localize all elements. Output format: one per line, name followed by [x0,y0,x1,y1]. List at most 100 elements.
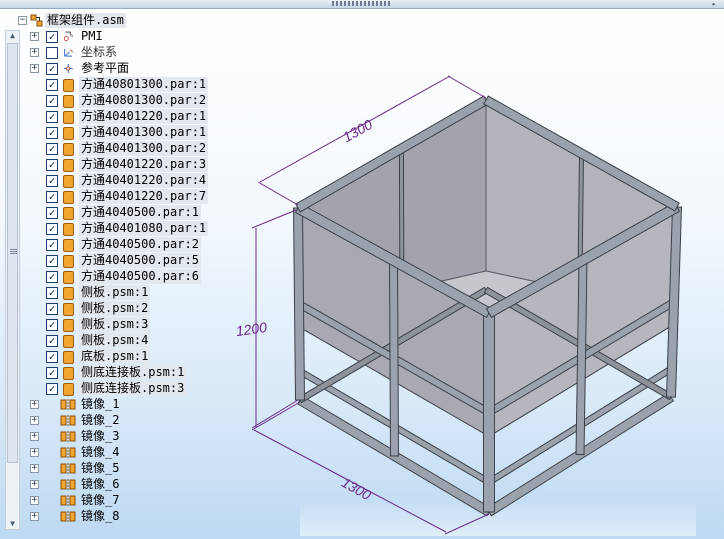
tree-item-part[interactable]: ✓ 侧底连接板.psm:1 [18,365,228,381]
scroll-right-button[interactable]: ▸ [708,0,720,8]
dim-bottom-ext-left [251,401,301,431]
visibility-checkbox[interactable]: ✓ [46,95,58,107]
visibility-checkbox[interactable]: ✓ [46,143,58,155]
dim-top-ext-left [257,181,299,206]
tree-item-label: 侧板.psm:3 [79,317,151,332]
tree-item-mirror[interactable]: + 镜像_6 [18,477,228,493]
tree-item-plane[interactable]: + ✓ 参考平面 [18,61,228,77]
tree-item-part[interactable]: ✓ 侧板.psm:3 [18,317,228,333]
visibility-checkbox[interactable]: ✓ [46,207,58,219]
tree-item-label: 镜像_1 [81,397,120,411]
tree-item-mirror[interactable]: + 镜像_3 [18,429,228,445]
part-icon [63,255,74,268]
tree-item-part[interactable]: ✓ 方通40401300.par:2 [18,141,228,157]
tree-item-coord[interactable]: + 坐标系 [18,45,228,61]
expand-icon[interactable]: + [30,64,39,73]
tree-item-part[interactable]: ✓ 方通4040500.par:2 [18,237,228,253]
frame-assembly-model[interactable]: 130012001300 [236,75,696,536]
visibility-checkbox[interactable]: ✓ [46,351,58,363]
expand-icon[interactable]: + [30,416,39,425]
tree-item-label: 镜像_7 [81,493,120,507]
tree-item-label: 方通4040500.par:6 [79,269,201,284]
tree-root[interactable]: − 框架组件.asm [18,13,218,29]
part-icon [63,239,74,252]
tree-item-part[interactable]: ✓ 方通40801300.par:1 [18,77,228,93]
visibility-checkbox[interactable]: ✓ [46,239,58,251]
visibility-checkbox[interactable]: ✓ [46,175,58,187]
tree-item-part[interactable]: ✓ 底板.psm:1 [18,349,228,365]
visibility-checkbox[interactable] [46,47,58,59]
visibility-checkbox[interactable]: ✓ [46,127,58,139]
tree-item-part[interactable]: ✓ 方通4040500.par:1 [18,205,228,221]
tree-item-part[interactable]: ✓ 方通40801300.par:2 [18,93,228,109]
visibility-checkbox[interactable]: ✓ [46,255,58,267]
visibility-checkbox[interactable]: ✓ [46,159,58,171]
mirror-icon [60,479,76,490]
expand-icon[interactable]: + [30,464,39,473]
tree-item-label: 方通40801300.par:2 [79,93,209,108]
part-icon [63,335,74,348]
tree-item-label: 侧底连接板.psm:1 [79,365,187,380]
tree-item-mirror[interactable]: + 镜像_4 [18,445,228,461]
visibility-checkbox[interactable]: ✓ [46,287,58,299]
tree-item-part[interactable]: ✓ 方通40401080.par:1 [18,221,228,237]
tree-item-label: 方通40401220.par:7 [79,189,209,204]
part-icon [63,159,74,172]
tree-item-part[interactable]: ✓ 方通40401220.par:7 [18,189,228,205]
tree-item-label: 方通40401300.par:2 [79,141,209,156]
tree-item-part[interactable]: ✓ 侧底连接板.psm:3 [18,381,228,397]
visibility-checkbox[interactable]: ✓ [46,223,58,235]
tree-item-part[interactable]: ✓ 侧板.psm:1 [18,285,228,301]
visibility-checkbox[interactable]: ✓ [46,31,58,43]
expand-icon[interactable]: + [30,400,39,409]
tree-item-part[interactable]: ✓ 方通4040500.par:5 [18,253,228,269]
part-icon [63,287,74,300]
visibility-checkbox[interactable]: ✓ [46,319,58,331]
visibility-checkbox[interactable]: ✓ [46,271,58,283]
part-icon [63,111,74,124]
tree-item-mirror[interactable]: + 镜像_7 [18,493,228,509]
toolbar-grip[interactable] [332,1,392,6]
tree-item-label: 镜像_2 [81,413,120,427]
expand-icon[interactable]: + [30,512,39,521]
visibility-checkbox[interactable]: ✓ [46,79,58,91]
visibility-checkbox[interactable]: ✓ [46,367,58,379]
tree-item-pmi[interactable]: + ✓ a PMI [18,29,228,45]
expand-icon[interactable]: + [30,496,39,505]
visibility-checkbox[interactable]: ✓ [46,191,58,203]
tree-root-label: 框架组件.asm [45,13,126,28]
tree-item-part[interactable]: ✓ 方通40401220.par:3 [18,157,228,173]
tree-item-label: 侧板.psm:2 [79,301,151,316]
collapse-root-icon[interactable]: − [18,16,27,25]
tree-item-mirror[interactable]: + 镜像_8 [18,509,228,525]
part-icon [63,223,74,236]
tree-item-mirror[interactable]: + 镜像_5 [18,461,228,477]
tree-item-part[interactable]: ✓ 侧板.psm:4 [18,333,228,349]
tree-item-part[interactable]: ✓ 方通40401220.par:4 [18,173,228,189]
assembly-icon [30,14,43,27]
scroll-thumb[interactable] [7,43,18,463]
tree-item-mirror[interactable]: + 镜像_1 [18,397,228,413]
expand-icon[interactable]: + [30,48,39,57]
tree-item-label: PMI [81,29,103,43]
model-viewport[interactable]: 130012001300 [236,56,696,536]
tree-item-part[interactable]: ✓ 侧板.psm:2 [18,301,228,317]
expand-icon[interactable]: + [30,448,39,457]
visibility-checkbox[interactable]: ✓ [46,63,58,75]
tree-item-part[interactable]: ✓ 方通4040500.par:6 [18,269,228,285]
mirror-icon [60,495,76,506]
dim-height-ext-bottom [251,399,299,429]
tree-item-part[interactable]: ✓ 方通40401300.par:1 [18,125,228,141]
visibility-checkbox[interactable]: ✓ [46,111,58,123]
tree-item-mirror[interactable]: + 镜像_2 [18,413,228,429]
expand-icon[interactable]: + [30,480,39,489]
tree-item-label: 方通4040500.par:1 [79,205,201,220]
expand-icon[interactable]: + [30,432,39,441]
visibility-checkbox[interactable]: ✓ [46,383,58,395]
mirror-icon [60,399,76,410]
visibility-checkbox[interactable]: ✓ [46,303,58,315]
expand-icon[interactable]: + [30,32,39,41]
corner-post-left [292,207,306,401]
visibility-checkbox[interactable]: ✓ [46,335,58,347]
tree-item-part[interactable]: ✓ 方通40401220.par:1 [18,109,228,125]
